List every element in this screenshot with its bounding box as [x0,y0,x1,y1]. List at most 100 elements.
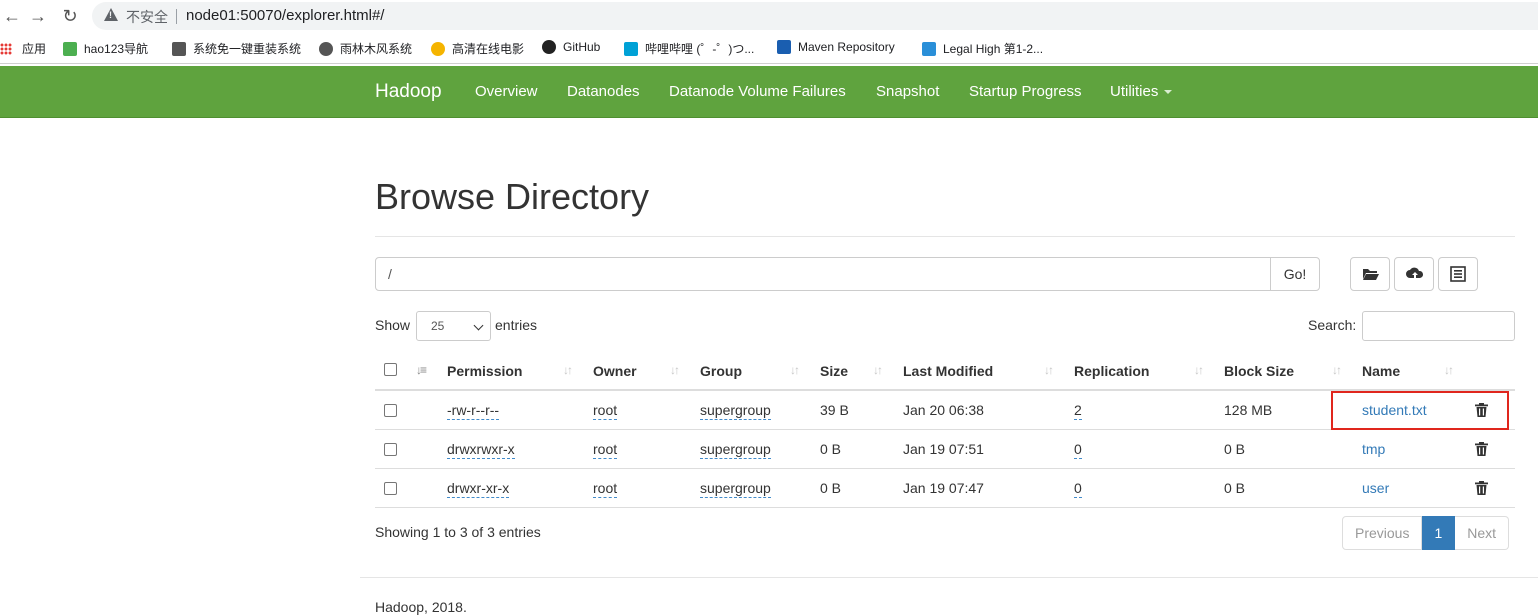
reload-icon[interactable]: ↻ [58,4,82,28]
back-arrow-icon[interactable]: ← [0,4,24,28]
owner-cell[interactable]: root [593,441,618,459]
nav-startup-progress[interactable]: Startup Progress [969,83,1082,100]
name-link[interactable]: user [1362,480,1389,496]
go-button[interactable]: Go! [1270,257,1320,291]
row-checkbox[interactable] [384,482,397,495]
forward-arrow-icon[interactable]: → [26,4,50,28]
sort-icon[interactable]: ↓↑ [1444,363,1454,377]
maven-icon [777,40,791,54]
navbar-brand[interactable]: Hadoop [375,81,442,103]
replication-cell[interactable]: 2 [1074,402,1082,420]
caret-down-icon [1164,90,1173,95]
permission-cell[interactable]: -rw-r--r-- [447,402,500,420]
bookmark-label: Maven Repository [798,40,895,54]
sort-icon[interactable]: ↓↑ [1332,363,1342,377]
sort-icon[interactable]: ↓↑ [1044,363,1054,377]
bookmark-label: 雨林木风系统 [340,42,413,56]
name-link[interactable]: tmp [1362,441,1385,457]
bookmark-label: 应用 [22,42,47,56]
table-header: ↓≡ Permission ↓↑ Owner ↓↑ Group ↓↑ Size … [375,351,1515,391]
header-size[interactable]: Size [820,363,848,379]
previous-page-button[interactable]: Previous [1342,516,1423,550]
group-cell[interactable]: supergroup [700,480,771,498]
page-length-select[interactable]: 25 [416,311,491,341]
bookmark-label: Legal High 第1-2... [943,42,1044,56]
pagination: Previous 1 Next [1342,516,1510,550]
modified-cell: Jan 19 07:47 [903,480,984,496]
bookmark-github[interactable]: GitHub [542,40,600,54]
page-1-button[interactable]: 1 [1422,516,1456,550]
header-owner[interactable]: Owner [593,363,637,379]
bookmark-label: 高清在线电影 [452,42,525,56]
size-cell: 0 B [820,441,842,457]
sort-icon[interactable]: ↓↑ [670,363,680,377]
title-divider [375,236,1515,237]
modified-cell: Jan 19 07:51 [903,441,984,457]
bookmark-label: 哔哩哔哩 (゜-゜)つ... [645,42,755,56]
header-replication[interactable]: Replication [1074,363,1149,379]
table-row: drwxr-xr-x root supergroup 0 B Jan 19 07… [375,469,1515,508]
entries-label: entries [495,317,538,333]
nav-datanode-volume-failures[interactable]: Datanode Volume Failures [669,83,846,100]
header-permission[interactable]: Permission [447,363,522,379]
footer-text: Hadoop, 2018. [375,599,467,615]
warning-icon [104,8,118,21]
bookmark-bilibili[interactable]: 哔哩哔哩 (゜-゜)つ... [624,40,754,57]
hao123-icon [63,41,77,56]
next-page-button[interactable]: Next [1455,516,1510,550]
owner-cell[interactable]: root [593,480,618,498]
nav-datanodes[interactable]: Datanodes [567,83,640,100]
trash-icon[interactable] [1475,442,1488,456]
permission-cell[interactable]: drwxrwxr-x [447,441,515,459]
bookmark-legal-high[interactable]: Legal High 第1-2... [922,40,1043,57]
nav-utilities[interactable]: Utilities [1110,83,1173,100]
globe-icon [319,41,333,56]
block-size-cell: 0 B [1224,480,1246,496]
header-last-modified[interactable]: Last Modified [903,363,993,379]
movie-icon [431,41,445,56]
directory-path-input[interactable]: / [375,257,1271,291]
omnibox[interactable]: 不安全 node01:50070/explorer.html#/ [92,2,1538,30]
bookmark-apps[interactable]: 应用 [0,40,46,57]
create-directory-button[interactable] [1350,257,1390,291]
sort-icon[interactable]: ↓↑ [563,363,573,377]
replication-cell[interactable]: 0 [1074,441,1082,459]
table-row: -rw-r--r-- root supergroup 39 B Jan 20 0… [375,391,1515,430]
name-link[interactable]: student.txt [1362,402,1427,418]
header-block-size[interactable]: Block Size [1224,363,1294,379]
sort-icon[interactable]: ↓↑ [873,363,883,377]
nav-overview[interactable]: Overview [475,83,538,100]
sort-icon[interactable]: ↓↑ [1194,363,1204,377]
table-row: drwxrwxr-x root supergroup 0 B Jan 19 07… [375,430,1515,469]
select-all-checkbox[interactable] [384,363,397,376]
group-cell[interactable]: supergroup [700,402,771,420]
trash-icon[interactable] [1475,481,1488,495]
browser-address-bar: ← → ↻ 不安全 node01:50070/explorer.html#/ [0,0,1538,32]
bookmark-hao123[interactable]: hao123导航 [63,40,148,57]
bookmark-movies[interactable]: 高清在线电影 [431,40,524,57]
sort-asc-icon[interactable]: ↓≡ [416,363,427,377]
bookmark-system[interactable]: 系统免一键重装系统 [172,40,301,57]
bilibili-icon [624,41,638,56]
owner-cell[interactable]: root [593,402,618,420]
header-group[interactable]: Group [700,363,742,379]
replication-cell[interactable]: 0 [1074,480,1082,498]
cut-paste-button[interactable] [1438,257,1478,291]
permission-cell[interactable]: drwxr-xr-x [447,480,510,498]
sort-icon[interactable]: ↓↑ [790,363,800,377]
upload-files-button[interactable] [1394,257,1434,291]
header-name[interactable]: Name [1362,363,1400,379]
group-cell[interactable]: supergroup [700,441,771,459]
bookmark-label: GitHub [563,40,601,54]
size-cell: 39 B [820,402,849,418]
insecure-label: 不安全 [126,9,168,25]
bookmark-yulin[interactable]: 雨林木风系统 [319,40,412,57]
row-checkbox[interactable] [384,443,397,456]
search-input[interactable] [1362,311,1515,341]
trash-icon[interactable] [1475,403,1488,417]
nav-snapshot[interactable]: Snapshot [876,83,939,100]
bookmark-maven[interactable]: Maven Repository [777,40,895,54]
row-checkbox[interactable] [384,404,397,417]
url-text[interactable]: node01:50070/explorer.html#/ [186,7,384,24]
search-label: Search: [1308,317,1357,333]
